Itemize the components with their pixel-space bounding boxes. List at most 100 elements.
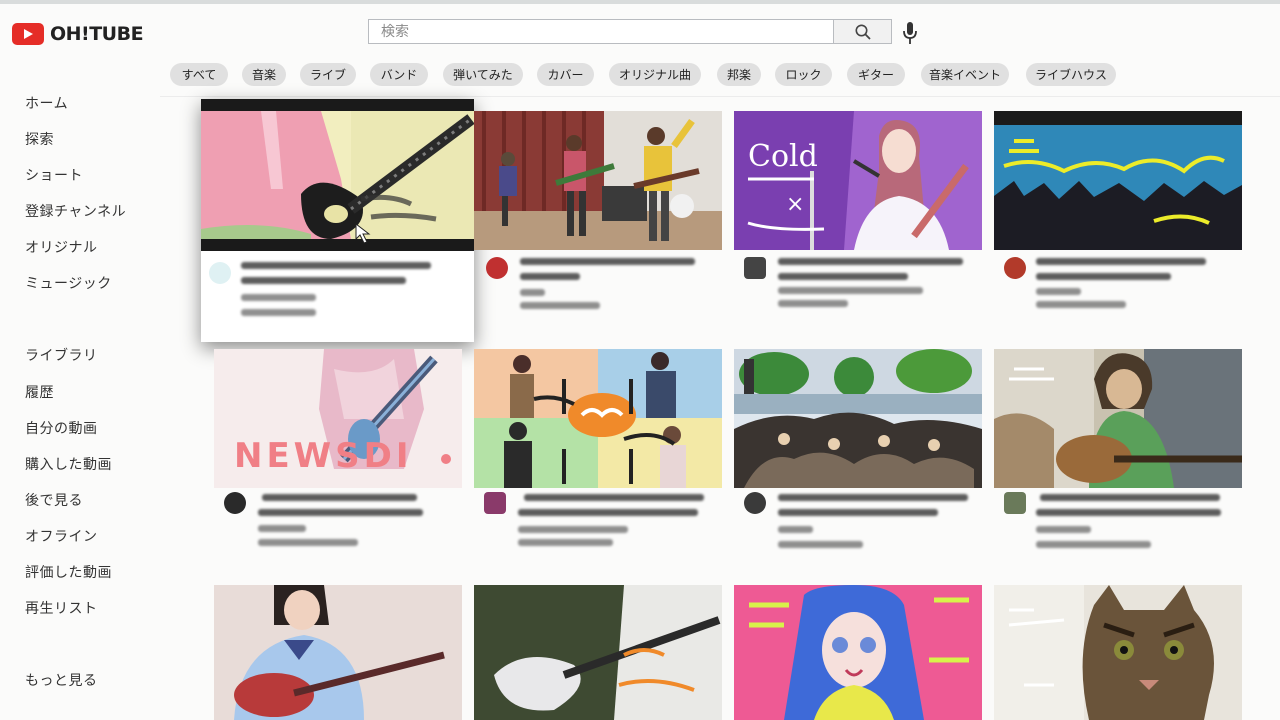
chip-live[interactable]: ライブ	[300, 63, 356, 86]
video-stats-redacted	[258, 539, 358, 546]
video-card[interactable]	[474, 111, 722, 321]
search-icon	[855, 24, 871, 40]
video-stats-redacted	[520, 302, 600, 309]
sidebar-item-playlists[interactable]: 再生リスト	[25, 598, 98, 618]
video-title-redacted	[1036, 509, 1221, 516]
video-stats-redacted	[1036, 541, 1151, 548]
sidebar-item-home[interactable]: ホーム	[25, 93, 68, 113]
video-thumbnail[interactable]	[474, 111, 722, 250]
chip-guitar[interactable]: ギター	[847, 63, 905, 86]
chip-hiitemita[interactable]: 弾いてみた	[443, 63, 523, 86]
video-card[interactable]	[994, 349, 1242, 559]
channel-avatar[interactable]	[744, 492, 766, 514]
channel-avatar[interactable]	[1004, 492, 1026, 514]
video-title-redacted	[258, 509, 423, 516]
video-stats-redacted	[778, 541, 863, 548]
logo-text: OH!TUBE	[50, 23, 144, 45]
video-card[interactable]	[734, 585, 982, 720]
sidebar-item-library[interactable]: ライブラリ	[25, 345, 98, 365]
search-button[interactable]	[833, 19, 892, 44]
chip-band[interactable]: バンド	[370, 63, 428, 86]
channel-avatar[interactable]	[1004, 257, 1026, 279]
video-title-redacted	[520, 258, 695, 265]
chip-all[interactable]: すべて	[170, 63, 228, 86]
chip-rock[interactable]: ロック	[775, 63, 832, 86]
chip-music[interactable]: 音楽	[242, 63, 286, 86]
sidebar-item-shorts[interactable]: ショート	[25, 165, 83, 185]
chip-cover[interactable]: カバー	[537, 63, 594, 86]
sidebar-item-show-more[interactable]: もっと見る	[25, 670, 98, 690]
video-title-redacted	[1036, 258, 1206, 265]
video-thumbnail[interactable]: Cold ×	[734, 111, 982, 250]
channel-name-redacted	[241, 294, 316, 301]
channel-name-redacted	[520, 289, 545, 296]
sidebar-item-watch-later[interactable]: 後で見る	[25, 490, 83, 510]
chip-live-house[interactable]: ライブハウス	[1026, 63, 1116, 86]
header-divider	[160, 96, 1280, 97]
thumb-text-newsdi: NEWSDI	[234, 436, 413, 476]
video-title-redacted	[778, 273, 908, 280]
channel-avatar[interactable]	[484, 492, 506, 514]
thumb-text-cross: ×	[786, 192, 804, 217]
channel-name-redacted	[518, 526, 628, 533]
video-card[interactable]	[994, 111, 1242, 321]
sidebar-item-history[interactable]: 履歴	[25, 382, 54, 402]
logo[interactable]: OH!TUBE	[12, 23, 144, 45]
sidebar-item-purchases[interactable]: 購入した動画	[25, 454, 112, 474]
video-thumbnail[interactable]	[201, 99, 475, 251]
channel-avatar[interactable]	[744, 257, 766, 279]
video-thumbnail[interactable]: NEWSDI	[214, 349, 462, 488]
video-title-redacted	[778, 258, 963, 265]
video-card[interactable]	[994, 585, 1242, 720]
video-title-redacted	[778, 494, 968, 501]
search-input[interactable]	[369, 20, 833, 43]
channel-name-redacted	[778, 526, 813, 533]
video-title-redacted	[241, 262, 431, 269]
sidebar-item-offline[interactable]: オフライン	[25, 526, 98, 546]
top-border	[0, 0, 1280, 4]
video-card[interactable]	[474, 585, 722, 720]
microphone-button[interactable]	[898, 20, 922, 46]
video-thumbnail[interactable]	[214, 585, 462, 720]
sidebar-item-your-videos[interactable]: 自分の動画	[25, 418, 98, 438]
video-title-redacted	[520, 273, 580, 280]
video-thumbnail[interactable]	[994, 349, 1242, 488]
video-title-redacted	[1036, 273, 1171, 280]
video-title-redacted	[241, 277, 406, 284]
video-title-redacted	[518, 509, 698, 516]
sidebar-item-liked-videos[interactable]: 評価した動画	[25, 562, 112, 582]
sidebar-item-explore[interactable]: 探索	[25, 129, 54, 149]
search-field[interactable]	[368, 19, 834, 44]
channel-name-redacted	[778, 287, 923, 294]
video-thumbnail[interactable]	[734, 585, 982, 720]
channel-name-redacted	[1036, 526, 1091, 533]
video-card[interactable]: NEWSDI	[214, 349, 462, 559]
video-title-redacted	[262, 494, 417, 501]
video-thumbnail[interactable]	[994, 111, 1242, 250]
channel-avatar[interactable]	[486, 257, 508, 279]
video-title-redacted	[524, 494, 704, 501]
channel-avatar[interactable]	[224, 492, 246, 514]
video-card-hovered[interactable]	[201, 99, 475, 342]
chip-original-song[interactable]: オリジナル曲	[609, 63, 701, 86]
thumb-text-cold: Cold	[748, 139, 818, 174]
video-stats-redacted	[241, 309, 316, 316]
video-card[interactable]: Cold ×	[734, 111, 982, 321]
sidebar-item-music[interactable]: ミュージック	[25, 273, 112, 293]
sidebar-item-subscriptions[interactable]: 登録チャンネル	[25, 201, 126, 221]
video-thumbnail[interactable]	[474, 349, 722, 488]
video-card[interactable]	[734, 349, 982, 559]
video-thumbnail[interactable]	[474, 585, 722, 720]
chip-music-event[interactable]: 音楽イベント	[921, 63, 1009, 86]
video-card[interactable]	[474, 349, 722, 559]
sidebar-item-originals[interactable]: オリジナル	[25, 237, 98, 257]
video-title-redacted	[1040, 494, 1220, 501]
microphone-icon	[903, 22, 917, 44]
video-thumbnail[interactable]	[734, 349, 982, 488]
chip-hougaku[interactable]: 邦楽	[717, 63, 761, 86]
video-card[interactable]	[214, 585, 462, 720]
channel-name-redacted	[258, 525, 306, 532]
channel-avatar[interactable]	[209, 262, 231, 284]
video-thumbnail[interactable]	[994, 585, 1242, 720]
video-stats-redacted	[1036, 301, 1126, 308]
